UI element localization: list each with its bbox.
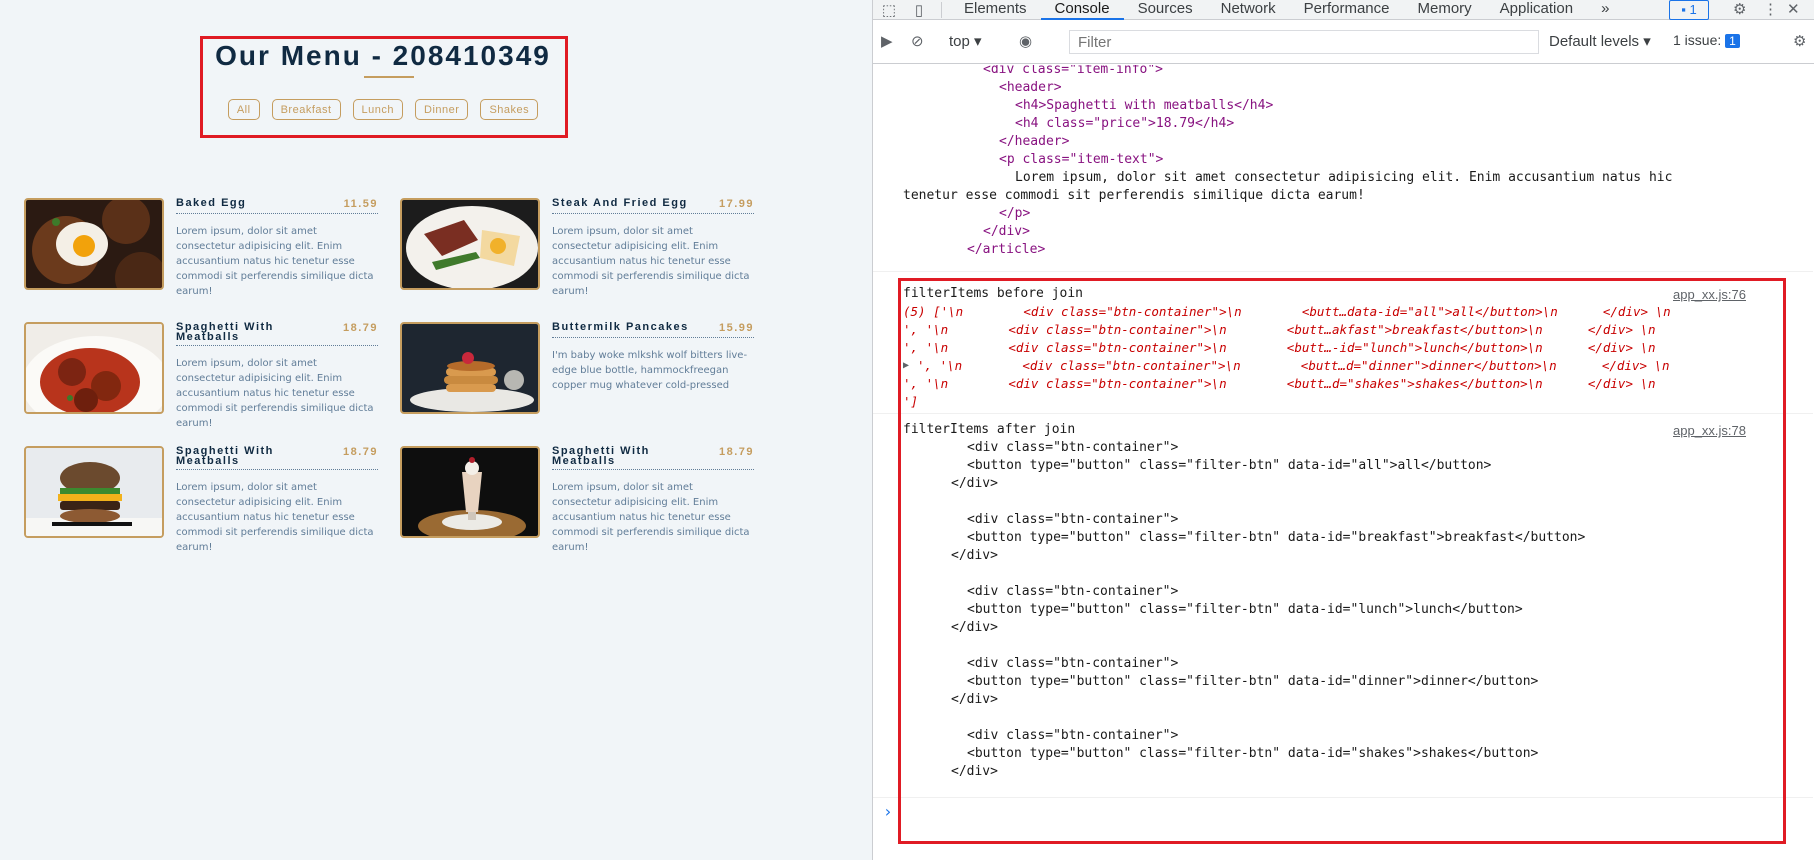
message-icon: ▪ <box>1681 2 1686 17</box>
settings-gear-icon[interactable]: ⚙ <box>1733 0 1746 18</box>
console-toolbar: ▶ ⊘ top ▾ ◉ Default levels ▾ 1 issue: 1 … <box>873 20 1814 64</box>
item-price: 18.79 <box>342 322 378 334</box>
menu-page: Our Menu - 208410349 All Breakfast Lunch… <box>0 0 872 860</box>
highlight-box-header <box>200 36 568 138</box>
tab-elements[interactable]: Elements <box>950 0 1041 20</box>
item-name: Steak And Fried Egg <box>552 197 688 209</box>
close-icon[interactable]: ✕ <box>1787 0 1800 18</box>
item-photo-egg <box>24 198 164 290</box>
console-log-line: </header> <box>999 134 1070 149</box>
menu-item: Spaghetti With Meatballs 18.79 Lorem ipsu… <box>24 321 400 429</box>
item-photo-steak <box>400 198 540 290</box>
item-text: Lorem ipsum, dolor sit amet consectetur … <box>176 226 374 297</box>
console-filter-input[interactable] <box>1069 30 1539 54</box>
item-photo-shake <box>400 446 540 538</box>
issues-counter-button[interactable]: ▪ 1 <box>1669 0 1709 20</box>
item-price: 11.59 <box>343 198 378 210</box>
live-expression-eye-icon[interactable]: ◉ <box>1019 32 1032 50</box>
console-log-line: <p class="item-text"> <box>999 152 1164 167</box>
issues-label: 1 issue: <box>1673 32 1722 48</box>
console-log-line: Lorem ipsum, dolor sit amet consectetur … <box>1015 170 1673 185</box>
item-name: Spaghetti With Meatballs <box>552 445 650 467</box>
item-price: 17.99 <box>718 198 754 210</box>
more-options-icon[interactable]: ⋮ <box>1763 0 1778 18</box>
console-log-line: </p> <box>999 206 1031 221</box>
item-price: 18.79 <box>718 446 754 458</box>
log-levels-dropdown[interactable]: Default levels ▾ <box>1549 32 1651 50</box>
item-name: Spaghetti With Meatballs <box>176 445 274 467</box>
inspect-element-icon[interactable]: ⬚ <box>873 1 905 19</box>
console-log-line: tenetur esse commodi sit perferendis sim… <box>903 188 1365 203</box>
menu-item: Spaghetti With Meatballs 18.79 Lorem ipsu… <box>400 445 776 553</box>
menu-item: Baked Egg 11.59 Lorem ipsum, dolor sit am… <box>24 197 400 297</box>
log-levels-label: Default levels <box>1549 33 1640 50</box>
item-photo-pancakes <box>400 322 540 414</box>
screen: Our Menu - 208410349 All Breakfast Lunch… <box>0 0 1814 860</box>
menu-item: Buttermilk Pancakes 15.99 I'm baby woke m… <box>400 322 776 416</box>
item-price: 18.79 <box>342 446 378 458</box>
tab-performance[interactable]: Performance <box>1290 0 1404 20</box>
tab-sources[interactable]: Sources <box>1124 0 1207 20</box>
console-log-line: <div class="item-info"> <box>983 65 1164 77</box>
menu-item: Steak And Fried Egg 17.99 Lorem ipsum, do… <box>400 197 776 297</box>
issues-badge-count: 1 <box>1689 2 1697 17</box>
context-selector[interactable]: top ▾ <box>949 32 982 50</box>
item-photo-burger <box>24 446 164 538</box>
item-photo-spaghetti <box>24 322 164 414</box>
console-log-line: <h4>Spaghetti with meatballs</h4> <box>1015 98 1274 113</box>
tab-divider <box>941 1 942 18</box>
item-name: Buttermilk Pancakes <box>552 321 689 333</box>
issues-count-badge: 1 <box>1725 34 1740 48</box>
item-text: Lorem ipsum, dolor sit amet consectetur … <box>552 226 750 297</box>
console-log-line: <h4 class="price">18.79</h4> <box>1015 116 1235 131</box>
console-log-line: </div> <box>983 224 1030 239</box>
tab-network[interactable]: Network <box>1207 0 1290 20</box>
issues-link[interactable]: 1 issue: 1 <box>1673 32 1740 48</box>
item-price: 15.99 <box>718 322 754 334</box>
item-name: Spaghetti With Meatballs <box>176 321 274 343</box>
devtools-tabbar: ⬚ ▯ Elements Console Sources Network Per… <box>873 0 1814 20</box>
highlight-box-console <box>898 278 1786 844</box>
context-label: top <box>949 33 970 50</box>
more-tabs-button[interactable]: » <box>1587 0 1623 20</box>
clear-console-icon[interactable]: ⊘ <box>911 32 924 50</box>
tab-memory[interactable]: Memory <box>1404 0 1486 20</box>
item-text: Lorem ipsum, dolor sit amet consectetur … <box>176 482 374 553</box>
item-name: Baked Egg <box>176 197 247 209</box>
sidebar-toggle-icon[interactable]: ▶ <box>881 32 893 50</box>
tab-console[interactable]: Console <box>1040 0 1124 20</box>
console-log-line: <header> <box>999 80 1062 95</box>
tab-application[interactable]: Application <box>1486 0 1587 20</box>
item-text: I'm baby woke mlkshk wolf bitters live-e… <box>552 350 748 391</box>
item-text: Lorem ipsum, dolor sit amet consectetur … <box>552 482 750 553</box>
item-text: Lorem ipsum, dolor sit amet consectetur … <box>176 358 374 429</box>
menu-items: Baked Egg 11.59 Lorem ipsum, dolor sit am… <box>24 197 776 553</box>
menu-item: Spaghetti With Meatballs 18.79 Lorem ipsu… <box>24 445 400 553</box>
device-toolbar-icon[interactable]: ▯ <box>905 1 933 19</box>
console-separator <box>873 271 1813 272</box>
console-log-line: </article> <box>967 242 1046 257</box>
console-prompt[interactable]: › <box>883 803 893 821</box>
console-settings-icon[interactable]: ⚙ <box>1793 32 1806 50</box>
